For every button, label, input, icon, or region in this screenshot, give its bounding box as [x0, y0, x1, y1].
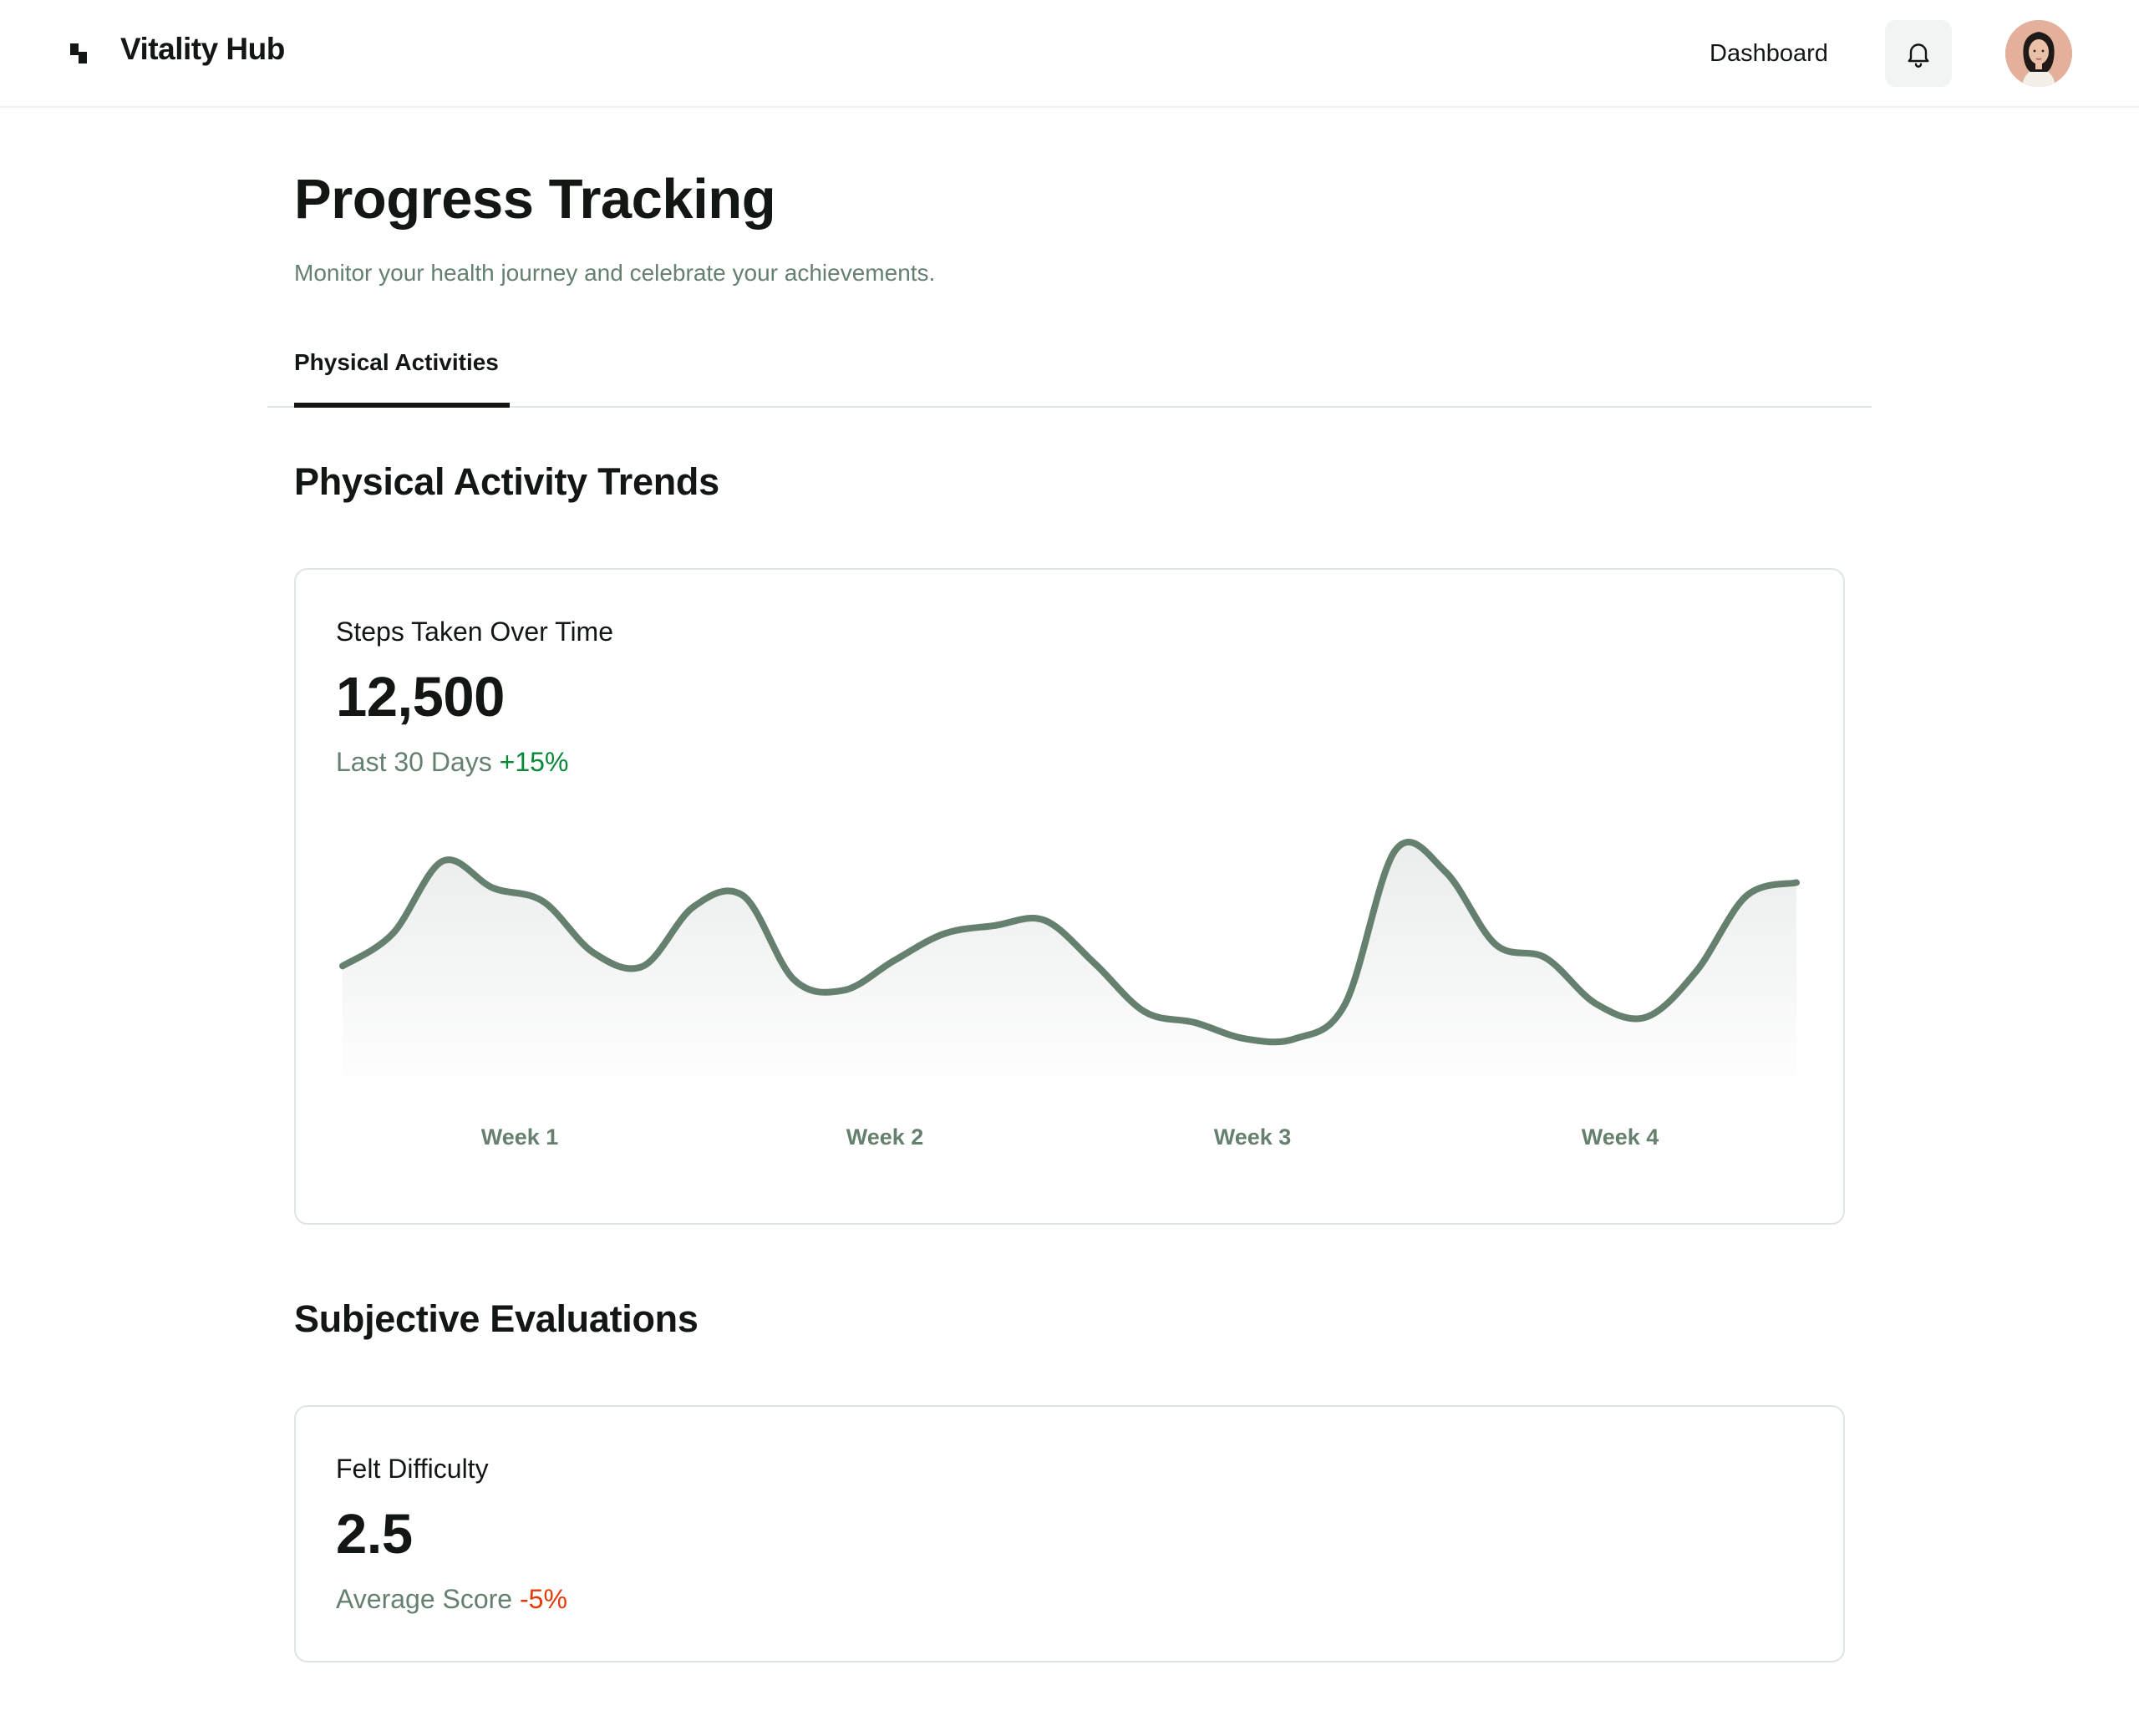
page-title: Progress Tracking	[294, 168, 776, 231]
card-delta: -5%	[519, 1584, 567, 1614]
section-title-evaluations: Subjective Evaluations	[294, 1297, 699, 1340]
logo-icon[interactable]	[67, 40, 94, 67]
notifications-button[interactable]	[1885, 20, 1952, 87]
steps-line-chart	[339, 839, 1800, 1096]
user-avatar[interactable]	[2005, 20, 2072, 87]
card-label: Steps Taken Over Time	[336, 617, 613, 647]
tab-bar: Physical Activities	[267, 331, 1872, 408]
x-axis-label: Week 2	[846, 1124, 924, 1150]
card-meta: Average Score -5%	[336, 1584, 567, 1615]
card-period: Average Score	[336, 1584, 513, 1614]
tab-physical-activities[interactable]: Physical Activities	[294, 331, 510, 408]
difficulty-card: Felt Difficulty 2.5 Average Score -5%	[294, 1405, 1845, 1662]
x-axis-label: Week 3	[1213, 1124, 1292, 1150]
card-meta: Last 30 Days +15%	[336, 747, 568, 778]
x-axis-label: Week 1	[480, 1124, 559, 1150]
steps-card: Steps Taken Over Time 12,500 Last 30 Day…	[294, 568, 1845, 1225]
card-label: Felt Difficulty	[336, 1454, 489, 1484]
chart-area-fill	[343, 842, 1796, 1096]
card-delta: +15%	[499, 747, 569, 777]
card-value: 2.5	[336, 1503, 413, 1566]
card-period: Last 30 Days	[336, 747, 492, 777]
section-title-trends: Physical Activity Trends	[294, 460, 719, 503]
avatar-portrait-icon	[2005, 20, 2072, 87]
page-subtitle: Monitor your health journey and celebrat…	[294, 260, 936, 286]
brand-name[interactable]: Vitality Hub	[120, 32, 285, 67]
bell-icon	[1908, 43, 1929, 68]
x-axis-label: Week 4	[1581, 1124, 1659, 1150]
nav-link-dashboard[interactable]: Dashboard	[1710, 40, 1828, 68]
card-value: 12,500	[336, 666, 505, 728]
top-navigation-bar: Vitality Hub Dashboard	[0, 0, 2139, 108]
